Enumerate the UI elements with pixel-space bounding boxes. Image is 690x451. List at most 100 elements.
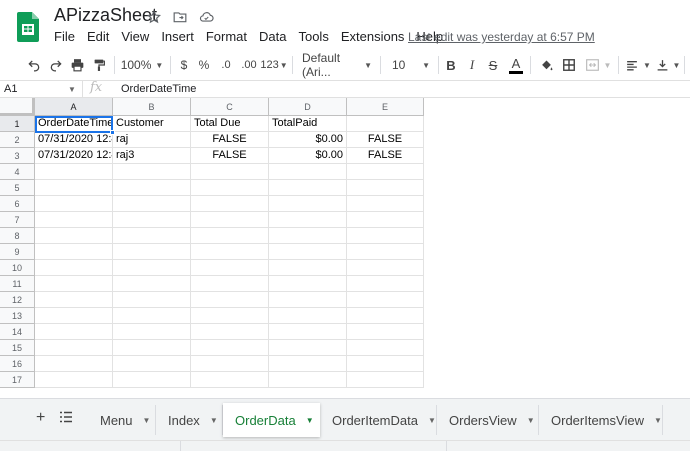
row-header-15[interactable]: 15 — [0, 340, 35, 356]
row-header-7[interactable]: 7 — [0, 212, 35, 228]
cell-c7[interactable] — [191, 212, 269, 228]
cell-c1[interactable]: Total Due — [191, 116, 269, 132]
chevron-down-icon[interactable]: ▼ — [143, 416, 151, 425]
column-header-e[interactable]: E — [347, 98, 424, 116]
move-folder-icon[interactable] — [172, 9, 188, 25]
sheet-tab-index[interactable]: Index ▼ — [156, 405, 223, 435]
cell-a8[interactable] — [35, 228, 113, 244]
cell-d13[interactable] — [269, 308, 347, 324]
cell-c14[interactable] — [191, 324, 269, 340]
chevron-down-icon[interactable]: ▼ — [210, 416, 218, 425]
cell-e1[interactable] — [347, 116, 424, 132]
cell-e6[interactable] — [347, 196, 424, 212]
vertical-align-icon[interactable]: ▼ — [654, 52, 682, 78]
cell-d7[interactable] — [269, 212, 347, 228]
chevron-down-icon[interactable]: ▼ — [306, 416, 314, 425]
cell-d2[interactable]: $0.00 — [269, 132, 347, 148]
all-sheets-list-icon[interactable] — [60, 411, 72, 423]
cell-d5[interactable] — [269, 180, 347, 196]
cell-b8[interactable] — [113, 228, 191, 244]
cell-e2[interactable]: FALSE — [347, 132, 424, 148]
column-header-b[interactable]: B — [113, 98, 191, 116]
cell-e13[interactable] — [347, 308, 424, 324]
cell-c4[interactable] — [191, 164, 269, 180]
strikethrough-button[interactable]: S — [485, 52, 501, 78]
cell-b17[interactable] — [113, 372, 191, 388]
chevron-down-icon[interactable]: ▼ — [654, 416, 662, 425]
row-header-9[interactable]: 9 — [0, 244, 35, 260]
star-icon[interactable] — [146, 9, 162, 25]
sheet-tab-ordersview[interactable]: OrdersView ▼ — [437, 405, 539, 435]
sheet-tab-orderdata[interactable]: OrderData ▼ — [223, 403, 320, 437]
row-header-17[interactable]: 17 — [0, 372, 35, 388]
cell-d15[interactable] — [269, 340, 347, 356]
sheets-logo-icon[interactable] — [17, 12, 39, 42]
cell-d6[interactable] — [269, 196, 347, 212]
row-header-11[interactable]: 11 — [0, 276, 35, 292]
cell-b10[interactable] — [113, 260, 191, 276]
cell-c6[interactable] — [191, 196, 269, 212]
cell-a4[interactable] — [35, 164, 113, 180]
sheet-tab-orderitemdata[interactable]: OrderItemData ▼ — [320, 405, 437, 435]
cell-d3[interactable]: $0.00 — [269, 148, 347, 164]
cell-a15[interactable] — [35, 340, 113, 356]
column-header-a[interactable]: A — [35, 98, 113, 116]
redo-icon[interactable] — [46, 52, 66, 78]
bold-button[interactable]: B — [443, 52, 459, 78]
paint-format-icon[interactable] — [89, 52, 109, 78]
fill-handle[interactable] — [110, 130, 115, 135]
row-header-1[interactable]: 1 — [0, 116, 35, 132]
cell-b11[interactable] — [113, 276, 191, 292]
cell-a14[interactable] — [35, 324, 113, 340]
name-box[interactable]: A1 — [4, 82, 17, 97]
cell-a12[interactable] — [35, 292, 113, 308]
row-header-16[interactable]: 16 — [0, 356, 35, 372]
cell-c17[interactable] — [191, 372, 269, 388]
select-all-corner[interactable] — [0, 98, 35, 116]
cell-e17[interactable] — [347, 372, 424, 388]
row-header-5[interactable]: 5 — [0, 180, 35, 196]
cell-b6[interactable] — [113, 196, 191, 212]
cell-c5[interactable] — [191, 180, 269, 196]
cell-e11[interactable] — [347, 276, 424, 292]
cell-a9[interactable] — [35, 244, 113, 260]
cell-e12[interactable] — [347, 292, 424, 308]
row-header-8[interactable]: 8 — [0, 228, 35, 244]
add-sheet-button[interactable]: + — [36, 409, 45, 427]
cell-a11[interactable] — [35, 276, 113, 292]
cell-c9[interactable] — [191, 244, 269, 260]
cell-c2[interactable]: FALSE — [191, 132, 269, 148]
borders-icon[interactable] — [559, 52, 579, 78]
cell-b9[interactable] — [113, 244, 191, 260]
cell-a16[interactable] — [35, 356, 113, 372]
cell-d14[interactable] — [269, 324, 347, 340]
merge-cells-icon[interactable]: ▼ — [582, 52, 614, 78]
currency-format-button[interactable]: $ — [176, 52, 192, 78]
cell-a3[interactable]: 07/31/2020 12:4 — [35, 148, 113, 164]
cell-a7[interactable] — [35, 212, 113, 228]
cell-e8[interactable] — [347, 228, 424, 244]
italic-button[interactable]: I — [464, 52, 480, 78]
cell-e15[interactable] — [347, 340, 424, 356]
cell-b7[interactable] — [113, 212, 191, 228]
cell-b14[interactable] — [113, 324, 191, 340]
row-header-13[interactable]: 13 — [0, 308, 35, 324]
menu-file[interactable]: File — [48, 28, 81, 46]
cell-d11[interactable] — [269, 276, 347, 292]
menu-edit[interactable]: Edit — [81, 28, 115, 46]
menu-tools[interactable]: Tools — [292, 28, 334, 46]
cell-b13[interactable] — [113, 308, 191, 324]
document-title[interactable]: APizzaSheet — [54, 5, 157, 26]
row-header-3[interactable]: 3 — [0, 148, 35, 164]
menu-extensions[interactable]: Extensions — [335, 28, 411, 46]
more-formats-button[interactable]: 123 ▼ — [260, 52, 287, 78]
cell-b5[interactable] — [113, 180, 191, 196]
row-header-4[interactable]: 4 — [0, 164, 35, 180]
cell-c15[interactable] — [191, 340, 269, 356]
cell-d17[interactable] — [269, 372, 347, 388]
cell-a17[interactable] — [35, 372, 113, 388]
chevron-down-icon[interactable]: ▼ — [428, 416, 436, 425]
cell-c8[interactable] — [191, 228, 269, 244]
column-header-c[interactable]: C — [191, 98, 269, 116]
cell-d9[interactable] — [269, 244, 347, 260]
